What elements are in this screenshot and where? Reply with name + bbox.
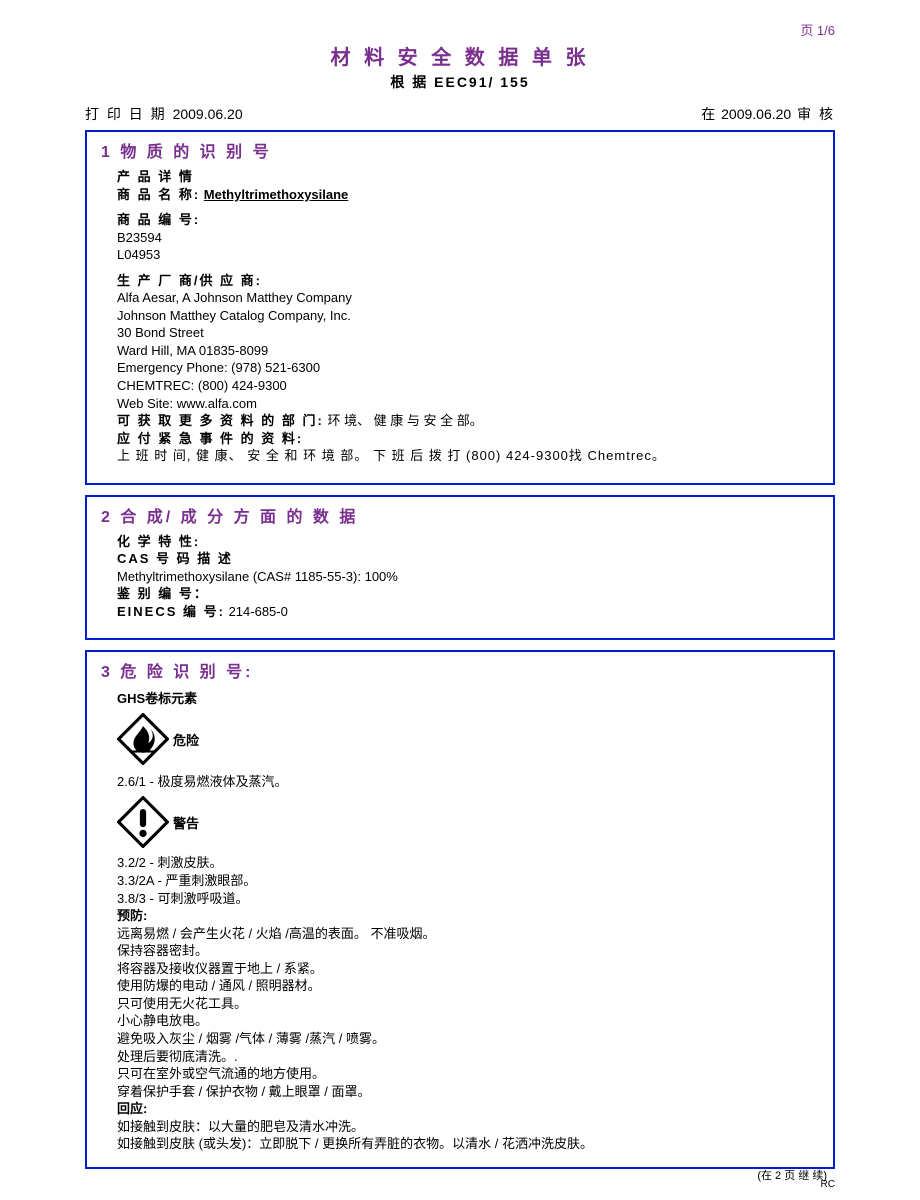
supplier-line: Web Site: www.alfa.com bbox=[117, 395, 819, 413]
supplier-line: Johnson Matthey Catalog Company, Inc. bbox=[117, 307, 819, 325]
product-code-label: 商 品 编 号: bbox=[117, 211, 819, 229]
prevention-line: 避免吸入灰尘 / 烟雾 /气体 / 薄雾 /蒸汽 / 喷雾。 bbox=[117, 1030, 819, 1048]
ghs-warning-row: 警告 bbox=[117, 796, 819, 848]
info-dept-label: 可 获 取 更 多 资 料 的 部 门: bbox=[117, 413, 324, 428]
einecs-label: EINECS 编 号: bbox=[117, 604, 225, 619]
prevention-line: 远离易燃 / 会产生火花 / 火焰 /高温的表面。 不准吸烟。 bbox=[117, 925, 819, 943]
prevention-line: 保持容器密封。 bbox=[117, 942, 819, 960]
einecs-value: 214-685-0 bbox=[225, 604, 288, 619]
prevention-line: 使用防爆的电动 / 通风 / 照明器材。 bbox=[117, 977, 819, 995]
prevention-line: 小心静电放电。 bbox=[117, 1012, 819, 1030]
rc-mark: RC bbox=[85, 1179, 835, 1190]
section-2-head: 2 合 成/ 成 分 方 面 的 数 据 bbox=[101, 503, 819, 527]
section-3-hazards: 3 危 险 识 别 号: GHS卷标元素 危险 2.6/1 - 极度易燃液体及蒸… bbox=[85, 650, 835, 1168]
document-title: 材 料 安 全 数 据 单 张 bbox=[85, 41, 835, 70]
page: 页 1/6 材 料 安 全 数 据 单 张 根 据 EEC91/ 155 打 印… bbox=[0, 0, 920, 1200]
supplier-line: CHEMTREC: (800) 424-9300 bbox=[117, 377, 819, 395]
section-1-identification: 1 物 质 的 识 别 号 产 品 详 情 商 品 名 称: Methyltri… bbox=[85, 130, 835, 485]
hazard-statements: 3.2/2 - 刺激皮肤。 3.3/2A - 严重刺激眼部。 3.8/3 - 可… bbox=[117, 854, 819, 1152]
warning-label: 警告 bbox=[173, 813, 199, 832]
hazard-line: 3.8/3 - 可刺激呼吸道。 bbox=[117, 890, 819, 908]
prevention-label: 预防: bbox=[117, 907, 819, 925]
supplier-line: Emergency Phone: (978) 521-6300 bbox=[117, 359, 819, 377]
section-1-head: 1 物 质 的 识 别 号 bbox=[101, 138, 819, 162]
print-date-value: 2009.06.20 bbox=[173, 106, 243, 122]
cas-line: Methyltrimethoxysilane (CAS# 1185-55-3):… bbox=[117, 568, 819, 586]
trade-name-label: 商 品 名 称: bbox=[117, 187, 200, 202]
einecs-row: EINECS 编 号: 214-685-0 bbox=[117, 603, 819, 621]
print-date: 打 印 日 期 2009.06.20 bbox=[85, 104, 243, 124]
supplier-label: 生 产 厂 商/供 应 商: bbox=[117, 272, 819, 290]
page-number: 页 1/6 bbox=[85, 20, 835, 39]
product-code-2: L04953 bbox=[117, 246, 819, 264]
prevention-line: 处理后要彻底清洗。. bbox=[117, 1048, 819, 1066]
section-2-composition: 2 合 成/ 成 分 方 面 的 数 据 化 学 特 性: CAS 号 码 描 … bbox=[85, 495, 835, 641]
prevention-line: 只可使用无火花工具。 bbox=[117, 995, 819, 1013]
review-date: 在 2009.06.20 审 核 bbox=[701, 104, 835, 124]
trade-name-row: 商 品 名 称: Methyltrimethoxysilane bbox=[117, 186, 819, 204]
print-date-label: 打 印 日 期 bbox=[85, 106, 167, 122]
prevention-line: 穿着保护手套 / 保护衣物 / 戴上眼罩 / 面罩。 bbox=[117, 1083, 819, 1101]
review-at: 在 bbox=[701, 106, 715, 122]
danger-line: 2.6/1 - 极度易燃液体及蒸汽。 bbox=[117, 771, 819, 790]
supplier-line: 30 Bond Street bbox=[117, 324, 819, 342]
ghs-elements-label: GHS卷标元素 bbox=[117, 688, 819, 707]
hazard-line: 3.3/2A - 严重刺激眼部。 bbox=[117, 872, 819, 890]
chem-label: 化 学 特 性: bbox=[117, 533, 819, 551]
product-details-label: 产 品 详 情 bbox=[117, 168, 819, 186]
flame-icon bbox=[117, 713, 169, 765]
exclamation-icon bbox=[117, 796, 169, 848]
supplier-line: Alfa Aesar, A Johnson Matthey Company bbox=[117, 289, 819, 307]
section-3-head: 3 危 险 识 别 号: bbox=[101, 658, 819, 682]
info-dept-row: 可 获 取 更 多 资 料 的 部 门: 环 境、 健 康 与 安 全 部。 bbox=[117, 412, 819, 430]
cas-label: CAS 号 码 描 述 bbox=[117, 550, 819, 568]
emergency-text: 上 班 时 间, 健 康、 安 全 和 环 境 部。 下 班 后 拨 打 (80… bbox=[117, 447, 819, 465]
id-number-label: 鉴 别 编 号： bbox=[117, 585, 819, 603]
info-dept-value: 环 境、 健 康 与 安 全 部。 bbox=[324, 413, 483, 428]
document-subtitle: 根 据 EEC91/ 155 bbox=[85, 72, 835, 92]
ghs-danger-row: 危险 bbox=[117, 713, 819, 765]
supplier-line: Ward Hill, MA 01835-8099 bbox=[117, 342, 819, 360]
hazard-line: 3.2/2 - 刺激皮肤。 bbox=[117, 854, 819, 872]
prevention-line: 只可在室外或空气流通的地方使用。 bbox=[117, 1065, 819, 1083]
danger-label: 危险 bbox=[173, 730, 199, 749]
product-code-1: B23594 bbox=[117, 229, 819, 247]
response-line: 如接触到皮肤：以大量的肥皂及清水冲洗。 bbox=[117, 1118, 819, 1136]
response-label: 回应: bbox=[117, 1100, 819, 1118]
continued-note: (在 2 页 继 续) bbox=[757, 1167, 827, 1183]
header-info-row: 打 印 日 期 2009.06.20 在 2009.06.20 审 核 bbox=[85, 104, 835, 124]
prevention-line: 将容器及接收仪器置于地上 / 系紧。 bbox=[117, 960, 819, 978]
review-date-value: 2009.06.20 bbox=[721, 106, 791, 122]
emergency-label: 应 付 紧 急 事 件 的 资 料: bbox=[117, 430, 819, 448]
trade-name: Methyltrimethoxysilane bbox=[204, 187, 349, 202]
response-line: 如接触到皮肤 (或头发)：立即脱下 / 更换所有弄脏的衣物。以清水 / 花洒冲洗… bbox=[117, 1135, 819, 1153]
review-suffix: 审 核 bbox=[797, 106, 835, 122]
